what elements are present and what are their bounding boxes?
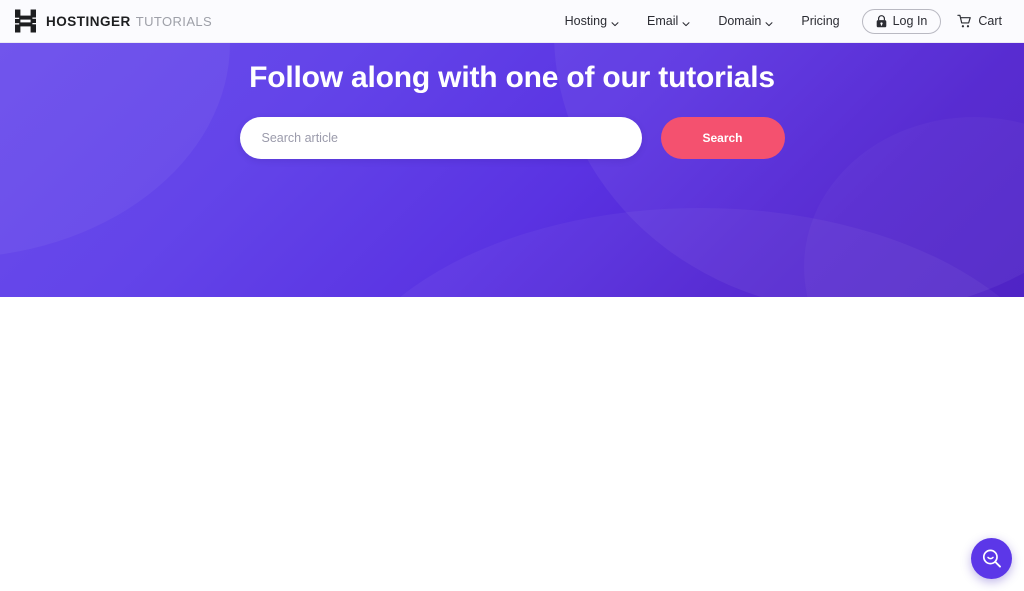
chevron-down-icon xyxy=(682,17,690,27)
nav-item-label: Domain xyxy=(718,14,762,28)
brand-name: HOSTINGER xyxy=(46,13,131,29)
cart-label: Cart xyxy=(978,14,1002,28)
search-smile-icon xyxy=(981,548,1003,570)
nav-item-label: Email xyxy=(647,14,679,28)
nav-item-pricing[interactable]: Pricing xyxy=(787,0,853,43)
floating-search-button[interactable] xyxy=(971,538,1012,579)
cart-button[interactable]: Cart xyxy=(949,14,1012,29)
lock-icon xyxy=(876,14,887,28)
main-content: www. .com xyxy=(0,297,1024,591)
search-input[interactable] xyxy=(239,117,642,159)
site-header: HOSTINGER TUTORIALS Hosting Email Domain… xyxy=(0,0,1024,43)
hero-title: Follow along with one of our tutorials xyxy=(249,61,775,94)
nav-item-email[interactable]: Email xyxy=(633,0,704,43)
search-submit-button[interactable]: Search xyxy=(660,117,785,159)
chevron-down-icon xyxy=(765,17,773,27)
nav-item-label: Hosting xyxy=(564,14,608,28)
chevron-down-icon xyxy=(611,17,619,27)
login-button-label: Log In xyxy=(892,14,928,28)
shopping-cart-icon xyxy=(957,14,972,29)
hostinger-h-logo-icon xyxy=(15,9,37,33)
brand-logo-link[interactable]: HOSTINGER TUTORIALS xyxy=(15,9,212,33)
hero-section: Follow along with one of our tutorials S… xyxy=(0,43,1024,297)
brand-subtitle: TUTORIALS xyxy=(135,13,213,29)
main-navigation: Hosting Email Domain Pricing Log In Cart xyxy=(551,0,1024,43)
hero-decorative-blob xyxy=(330,208,1024,297)
hero-search-form: Search xyxy=(0,117,1024,159)
nav-item-domain[interactable]: Domain xyxy=(704,0,787,43)
nav-item-hosting[interactable]: Hosting xyxy=(551,0,633,43)
nav-item-label: Pricing xyxy=(801,14,840,28)
login-button[interactable]: Log In xyxy=(861,8,942,34)
